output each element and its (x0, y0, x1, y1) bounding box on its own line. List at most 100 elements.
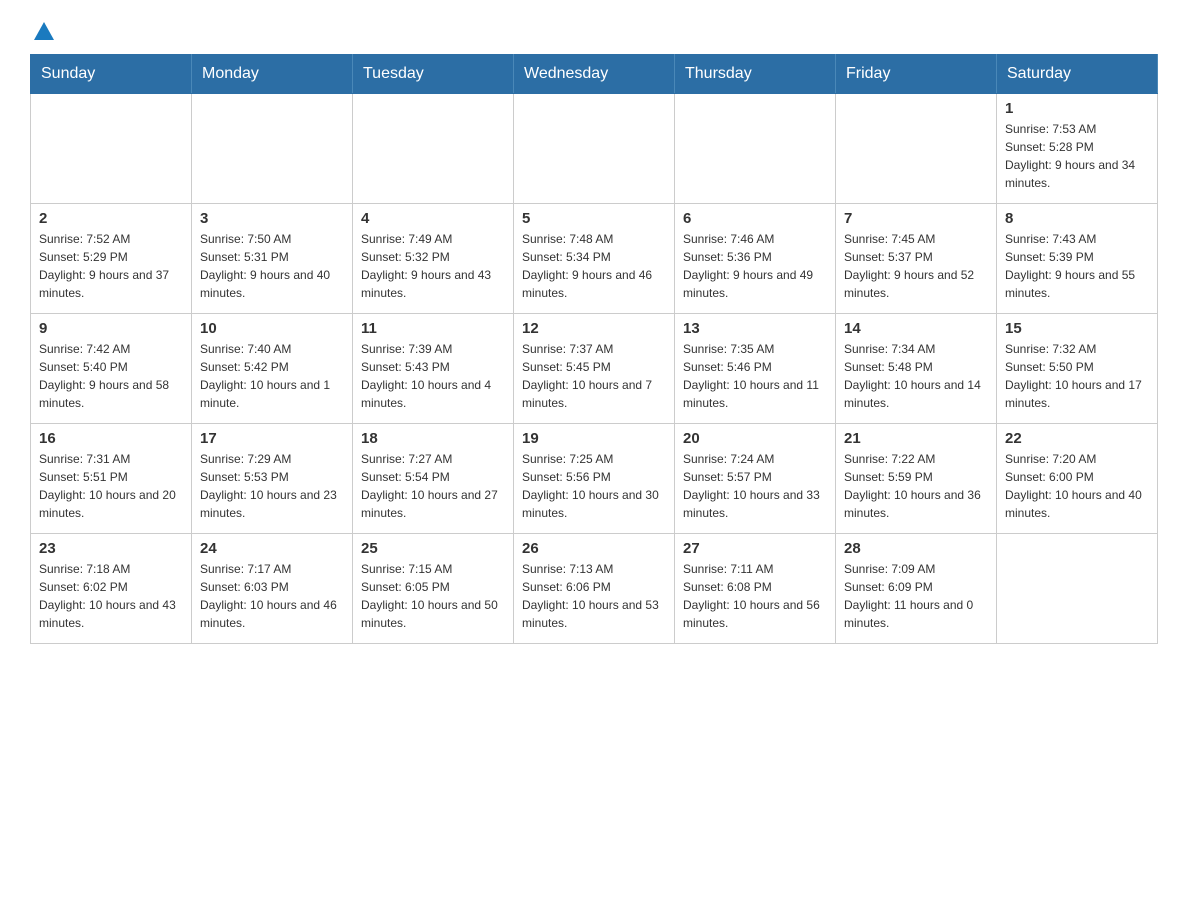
calendar-cell: 3 Sunrise: 7:50 AM Sunset: 5:31 PM Daylig… (192, 204, 353, 314)
day-info: Sunrise: 7:34 AM Sunset: 5:48 PM Dayligh… (844, 340, 988, 412)
page-header (30, 20, 1158, 38)
day-number: 5 (522, 210, 666, 227)
day-number: 28 (844, 540, 988, 557)
day-number: 22 (1005, 430, 1149, 447)
day-number: 1 (1005, 100, 1149, 117)
day-info: Sunrise: 7:32 AM Sunset: 5:50 PM Dayligh… (1005, 340, 1149, 412)
day-number: 11 (361, 320, 505, 337)
calendar-cell (514, 94, 675, 204)
day-number: 3 (200, 210, 344, 227)
day-of-week-header: Thursday (675, 55, 836, 94)
day-number: 21 (844, 430, 988, 447)
calendar-cell (353, 94, 514, 204)
calendar-table: SundayMondayTuesdayWednesdayThursdayFrid… (30, 54, 1158, 644)
calendar-cell (997, 534, 1158, 644)
calendar-cell (836, 94, 997, 204)
calendar-cell: 2 Sunrise: 7:52 AM Sunset: 5:29 PM Daylig… (31, 204, 192, 314)
day-of-week-header: Friday (836, 55, 997, 94)
day-info: Sunrise: 7:40 AM Sunset: 5:42 PM Dayligh… (200, 340, 344, 412)
calendar-cell: 20 Sunrise: 7:24 AM Sunset: 5:57 PM Dayli… (675, 424, 836, 534)
calendar-cell: 11 Sunrise: 7:39 AM Sunset: 5:43 PM Dayli… (353, 314, 514, 424)
calendar-cell: 16 Sunrise: 7:31 AM Sunset: 5:51 PM Dayli… (31, 424, 192, 534)
calendar-cell: 14 Sunrise: 7:34 AM Sunset: 5:48 PM Dayli… (836, 314, 997, 424)
day-of-week-header: Wednesday (514, 55, 675, 94)
day-number: 13 (683, 320, 827, 337)
calendar-cell: 6 Sunrise: 7:46 AM Sunset: 5:36 PM Daylig… (675, 204, 836, 314)
day-number: 27 (683, 540, 827, 557)
calendar-cell: 4 Sunrise: 7:49 AM Sunset: 5:32 PM Daylig… (353, 204, 514, 314)
day-info: Sunrise: 7:11 AM Sunset: 6:08 PM Dayligh… (683, 560, 827, 632)
day-info: Sunrise: 7:39 AM Sunset: 5:43 PM Dayligh… (361, 340, 505, 412)
calendar-week-row: 2 Sunrise: 7:52 AM Sunset: 5:29 PM Daylig… (31, 204, 1158, 314)
day-info: Sunrise: 7:22 AM Sunset: 5:59 PM Dayligh… (844, 450, 988, 522)
calendar-cell: 10 Sunrise: 7:40 AM Sunset: 5:42 PM Dayli… (192, 314, 353, 424)
day-info: Sunrise: 7:35 AM Sunset: 5:46 PM Dayligh… (683, 340, 827, 412)
day-number: 20 (683, 430, 827, 447)
calendar-cell: 5 Sunrise: 7:48 AM Sunset: 5:34 PM Daylig… (514, 204, 675, 314)
calendar-cell (31, 94, 192, 204)
day-number: 14 (844, 320, 988, 337)
calendar-cell: 28 Sunrise: 7:09 AM Sunset: 6:09 PM Dayli… (836, 534, 997, 644)
day-number: 16 (39, 430, 183, 447)
day-info: Sunrise: 7:29 AM Sunset: 5:53 PM Dayligh… (200, 450, 344, 522)
calendar-cell: 15 Sunrise: 7:32 AM Sunset: 5:50 PM Dayli… (997, 314, 1158, 424)
calendar-cell: 9 Sunrise: 7:42 AM Sunset: 5:40 PM Daylig… (31, 314, 192, 424)
day-info: Sunrise: 7:48 AM Sunset: 5:34 PM Dayligh… (522, 230, 666, 302)
calendar-cell: 13 Sunrise: 7:35 AM Sunset: 5:46 PM Dayli… (675, 314, 836, 424)
logo-triangle-icon (34, 22, 54, 40)
day-number: 7 (844, 210, 988, 227)
calendar-cell: 23 Sunrise: 7:18 AM Sunset: 6:02 PM Dayli… (31, 534, 192, 644)
day-info: Sunrise: 7:27 AM Sunset: 5:54 PM Dayligh… (361, 450, 505, 522)
calendar-cell: 12 Sunrise: 7:37 AM Sunset: 5:45 PM Dayli… (514, 314, 675, 424)
day-info: Sunrise: 7:25 AM Sunset: 5:56 PM Dayligh… (522, 450, 666, 522)
calendar-cell: 17Sunrise: 7:29 AM Sunset: 5:53 PM Dayli… (192, 424, 353, 534)
day-number: 18 (361, 430, 505, 447)
day-info: Sunrise: 7:43 AM Sunset: 5:39 PM Dayligh… (1005, 230, 1149, 302)
day-info: Sunrise: 7:52 AM Sunset: 5:29 PM Dayligh… (39, 230, 183, 302)
calendar-header-row: SundayMondayTuesdayWednesdayThursdayFrid… (31, 55, 1158, 94)
day-number: 12 (522, 320, 666, 337)
calendar-cell: 26Sunrise: 7:13 AM Sunset: 6:06 PM Dayli… (514, 534, 675, 644)
day-info: Sunrise: 7:24 AM Sunset: 5:57 PM Dayligh… (683, 450, 827, 522)
calendar-week-row: 9 Sunrise: 7:42 AM Sunset: 5:40 PM Daylig… (31, 314, 1158, 424)
day-number: 23 (39, 540, 183, 557)
day-info: Sunrise: 7:37 AM Sunset: 5:45 PM Dayligh… (522, 340, 666, 412)
day-info: Sunrise: 7:18 AM Sunset: 6:02 PM Dayligh… (39, 560, 183, 632)
day-info: Sunrise: 7:42 AM Sunset: 5:40 PM Dayligh… (39, 340, 183, 412)
day-info: Sunrise: 7:46 AM Sunset: 5:36 PM Dayligh… (683, 230, 827, 302)
logo (30, 20, 54, 38)
day-of-week-header: Monday (192, 55, 353, 94)
day-number: 24 (200, 540, 344, 557)
day-number: 8 (1005, 210, 1149, 227)
day-info: Sunrise: 7:53 AM Sunset: 5:28 PM Dayligh… (1005, 120, 1149, 192)
day-number: 6 (683, 210, 827, 227)
day-number: 2 (39, 210, 183, 227)
calendar-cell: 7 Sunrise: 7:45 AM Sunset: 5:37 PM Daylig… (836, 204, 997, 314)
calendar-week-row: 1 Sunrise: 7:53 AM Sunset: 5:28 PM Daylig… (31, 94, 1158, 204)
calendar-cell: 18 Sunrise: 7:27 AM Sunset: 5:54 PM Dayli… (353, 424, 514, 534)
calendar-week-row: 23 Sunrise: 7:18 AM Sunset: 6:02 PM Dayli… (31, 534, 1158, 644)
day-info: Sunrise: 7:50 AM Sunset: 5:31 PM Dayligh… (200, 230, 344, 302)
calendar-cell: 24 Sunrise: 7:17 AM Sunset: 6:03 PM Dayli… (192, 534, 353, 644)
day-info: Sunrise: 7:09 AM Sunset: 6:09 PM Dayligh… (844, 560, 988, 632)
day-number: 25 (361, 540, 505, 557)
day-of-week-header: Sunday (31, 55, 192, 94)
day-number: 9 (39, 320, 183, 337)
day-info: Sunrise: 7:45 AM Sunset: 5:37 PM Dayligh… (844, 230, 988, 302)
calendar-cell: 25 Sunrise: 7:15 AM Sunset: 6:05 PM Dayli… (353, 534, 514, 644)
day-info: Sunrise: 7:15 AM Sunset: 6:05 PM Dayligh… (361, 560, 505, 632)
day-number: 19 (522, 430, 666, 447)
day-of-week-header: Saturday (997, 55, 1158, 94)
calendar-week-row: 16 Sunrise: 7:31 AM Sunset: 5:51 PM Dayli… (31, 424, 1158, 534)
calendar-cell: 21 Sunrise: 7:22 AM Sunset: 5:59 PM Dayli… (836, 424, 997, 534)
day-number: 26 (522, 540, 666, 557)
day-info: Sunrise: 7:17 AM Sunset: 6:03 PM Dayligh… (200, 560, 344, 632)
calendar-cell: 1 Sunrise: 7:53 AM Sunset: 5:28 PM Daylig… (997, 94, 1158, 204)
day-info: Sunrise: 7:49 AM Sunset: 5:32 PM Dayligh… (361, 230, 505, 302)
day-info: Sunrise: 7:31 AM Sunset: 5:51 PM Dayligh… (39, 450, 183, 522)
day-number: 15 (1005, 320, 1149, 337)
calendar-cell (192, 94, 353, 204)
day-of-week-header: Tuesday (353, 55, 514, 94)
day-number: 10 (200, 320, 344, 337)
day-number: 4 (361, 210, 505, 227)
